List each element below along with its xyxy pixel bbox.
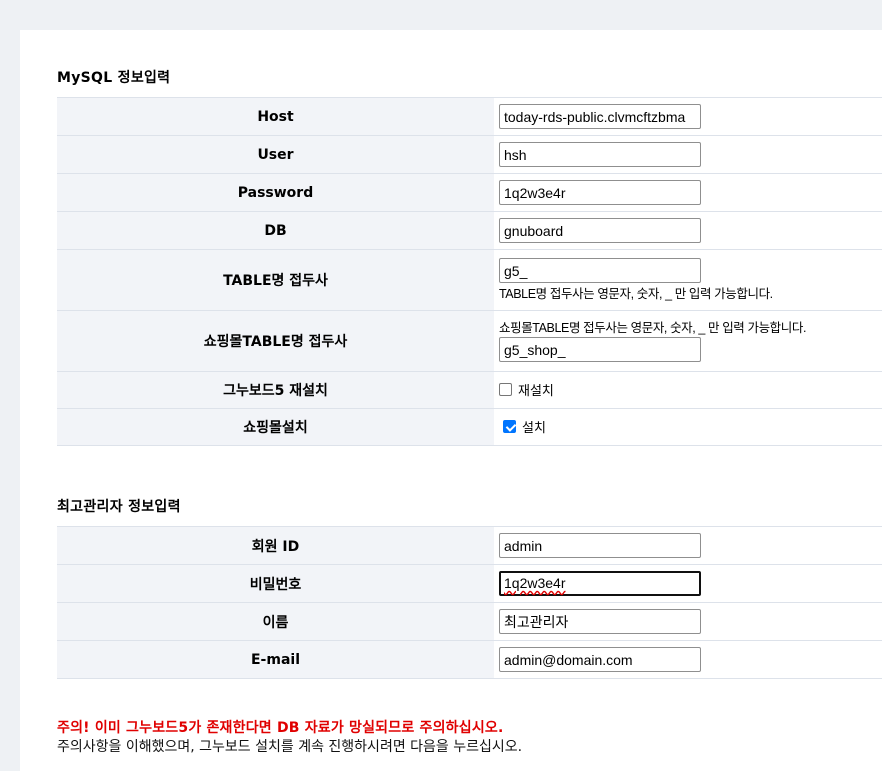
reinstall-checkbox-label: 재설치 [518, 384, 554, 399]
db-input[interactable] [499, 218, 701, 243]
admin-name-label: 이름 [57, 602, 494, 641]
admin-password-row: 비밀번호 1q2w3e4r [57, 564, 882, 603]
notice-message: 주의사항을 이해했으며, 그누보드 설치를 계속 진행하시려면 다음을 누르십시… [57, 739, 523, 755]
admin-password-value: 1q2w3e4r [504, 575, 566, 591]
db-label: DB [57, 211, 494, 250]
host-row: Host [57, 97, 882, 136]
admin-email-input[interactable] [499, 647, 701, 672]
shop-install-checkbox-label: 설치 [522, 421, 546, 436]
admin-form-table: 회원 ID 비밀번호 1q2w3e4r 이름 E-mail [57, 526, 882, 679]
admin-name-input[interactable] [499, 609, 701, 634]
shop-install-checkbox[interactable] [503, 420, 516, 433]
shop-install-label: 쇼핑몰설치 [57, 408, 494, 446]
user-row: User [57, 135, 882, 174]
password-row: Password [57, 173, 882, 212]
admin-section-title: 최고관리자 정보입력 [57, 499, 181, 515]
password-input[interactable] [499, 180, 701, 205]
admin-password-label: 비밀번호 [57, 564, 494, 603]
mysql-form-table: Host User Password DB TABLE명 접두사 TABLE명 … [57, 97, 882, 446]
admin-email-row: E-mail [57, 640, 882, 679]
user-label: User [57, 135, 494, 174]
shop-prefix-label: 쇼핑몰TABLE명 접두사 [57, 310, 494, 372]
table-prefix-row: TABLE명 접두사 TABLE명 접두사는 영문자, 숫자, _ 만 입력 가… [57, 249, 882, 311]
shop-prefix-help: 쇼핑몰TABLE명 접두사는 영문자, 숫자, _ 만 입력 가능합니다. [499, 321, 807, 335]
reinstall-row: 그누보드5 재설치 재설치 [57, 371, 882, 409]
db-row: DB [57, 211, 882, 250]
reinstall-checkbox[interactable] [499, 383, 512, 396]
reinstall-checkbox-option[interactable]: 재설치 [499, 380, 554, 399]
admin-password-input[interactable]: 1q2w3e4r [499, 571, 701, 596]
shop-install-checkbox-option[interactable]: 설치 [503, 417, 546, 436]
table-prefix-label: TABLE명 접두사 [57, 249, 494, 311]
shop-prefix-row: 쇼핑몰TABLE명 접두사 쇼핑몰TABLE명 접두사는 영문자, 숫자, _ … [57, 310, 882, 372]
admin-id-row: 회원 ID [57, 526, 882, 565]
admin-email-label: E-mail [57, 640, 494, 679]
warning-message: 주의! 이미 그누보드5가 존재한다면 DB 자료가 망실되므로 주의하십시오. [57, 720, 504, 736]
admin-id-input[interactable] [499, 533, 701, 558]
install-panel: MySQL 정보입력 Host User Password DB TABLE명 … [20, 30, 882, 771]
password-label: Password [57, 173, 494, 212]
shop-install-row: 쇼핑몰설치 설치 [57, 408, 882, 446]
table-prefix-help: TABLE명 접두사는 영문자, 숫자, _ 만 입력 가능합니다. [499, 287, 773, 301]
admin-id-label: 회원 ID [57, 526, 494, 565]
host-input[interactable] [499, 104, 701, 129]
admin-name-row: 이름 [57, 602, 882, 641]
mysql-section-title: MySQL 정보입력 [57, 70, 171, 86]
reinstall-label: 그누보드5 재설치 [57, 371, 494, 409]
host-label: Host [57, 97, 494, 136]
shop-prefix-input[interactable] [499, 337, 701, 362]
table-prefix-input[interactable] [499, 258, 701, 283]
user-input[interactable] [499, 142, 701, 167]
